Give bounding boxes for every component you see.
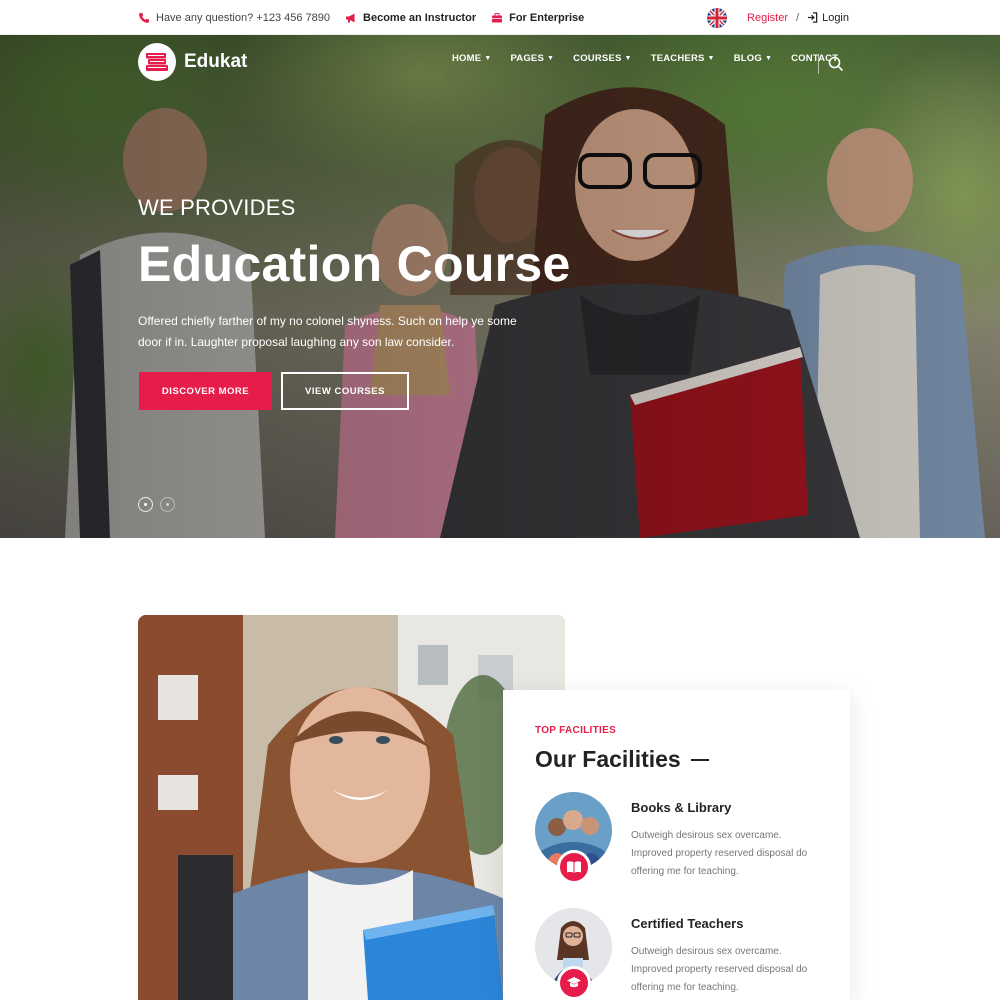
- hero-title: Education Course: [138, 236, 571, 292]
- briefcase-icon: [492, 12, 503, 22]
- hero-subtitle: WE PROVIDES: [138, 195, 296, 220]
- login-label: Login: [822, 11, 849, 24]
- chevron-down-icon: ▼: [707, 55, 715, 62]
- nav-pages[interactable]: PAGES ▼: [510, 53, 554, 64]
- nav-courses[interactable]: COURSES ▼: [573, 53, 632, 64]
- slide-dot-active[interactable]: [138, 497, 153, 512]
- uk-flag-icon[interactable]: [707, 7, 728, 28]
- nav-pages-label: PAGES: [510, 53, 545, 64]
- main-nav: HOME ▼ PAGES ▼ COURSES ▼ TEACHERS ▼ BLOG ▼ CO…: [452, 53, 857, 64]
- nav-home[interactable]: HOME ▼: [452, 53, 491, 64]
- phone-text: Have any question? +123 456 7890: [156, 11, 331, 24]
- discover-more-button[interactable]: DISCOVER MORE: [139, 372, 272, 410]
- facility-item[interactable]: Certified Teachers Outweigh desirous sex…: [535, 908, 835, 1000]
- nav-courses-label: COURSES: [573, 53, 622, 64]
- chevron-down-icon: ▼: [547, 55, 555, 62]
- hero-slider: Edukat HOME ▼ PAGES ▼ COURSES ▼ TEACHERS ▼ B…: [0, 35, 1000, 538]
- chevron-down-icon: ▼: [764, 55, 773, 62]
- login-link[interactable]: Login: [807, 12, 849, 24]
- nav-home-label: HOME: [452, 53, 482, 64]
- student-photo: [138, 615, 565, 1000]
- book-icon: [557, 850, 591, 884]
- facility-description: Outweigh desirous sex overcame. Improved…: [631, 830, 808, 877]
- facility-title: Certified Teachers: [631, 916, 744, 931]
- facility-title: Books & Library: [631, 800, 732, 815]
- facilities-eyebrow: TOP FACILITIES: [535, 725, 617, 736]
- instructor-label: Become an Instructor: [363, 11, 477, 24]
- facilities-title: Our Facilities: [535, 746, 709, 773]
- for-enterprise-link[interactable]: For Enterprise: [491, 12, 584, 24]
- become-instructor-link[interactable]: Become an Instructor: [345, 12, 476, 24]
- nav-blog[interactable]: BLOG ▼: [734, 53, 772, 64]
- facility-item[interactable]: Books & Library Outweigh desirous sex ov…: [535, 792, 835, 892]
- nav-teachers[interactable]: TEACHERS ▼: [651, 53, 715, 64]
- login-icon: [807, 12, 818, 23]
- phone-icon: [139, 12, 149, 23]
- slider-pagination: [138, 497, 175, 512]
- nav-teachers-label: TEACHERS: [650, 53, 705, 64]
- view-courses-button[interactable]: VIEW COURSES: [281, 372, 409, 410]
- top-bar-account: Register / Login: [707, 0, 849, 35]
- facilities-title-text: Our Facilities: [535, 746, 681, 772]
- nav-divider: [818, 54, 819, 74]
- enterprise-label: For Enterprise: [509, 11, 585, 24]
- facilities-card: TOP FACILITIES Our Facilities Books & Li…: [503, 690, 850, 1000]
- site-logo[interactable]: Edukat: [138, 43, 247, 81]
- facility-description: Outweigh desirous sex overcame. Improved…: [631, 946, 808, 993]
- logo-text: Edukat: [184, 51, 248, 72]
- hero-description: Offered chiefly farther of my no colonel…: [138, 314, 517, 349]
- logo-books-icon: [138, 43, 176, 81]
- megaphone-icon: [346, 13, 355, 22]
- phone-contact[interactable]: Have any question? +123 456 7890: [138, 12, 330, 24]
- title-dash: [690, 758, 709, 761]
- search-icon[interactable]: [828, 56, 844, 72]
- nav-blog-label: BLOG: [733, 53, 762, 64]
- top-bar-contacts: Have any question? +123 456 7890 Become …: [138, 0, 584, 35]
- slide-dot[interactable]: [160, 497, 175, 512]
- graduate-icon: [557, 966, 591, 1000]
- chevron-down-icon: ▼: [624, 55, 632, 62]
- top-bar: Have any question? +123 456 7890 Become …: [0, 0, 1000, 35]
- chevron-down-icon: ▼: [484, 55, 492, 62]
- register-link[interactable]: Register: [747, 12, 788, 24]
- account-separator: /: [796, 11, 800, 24]
